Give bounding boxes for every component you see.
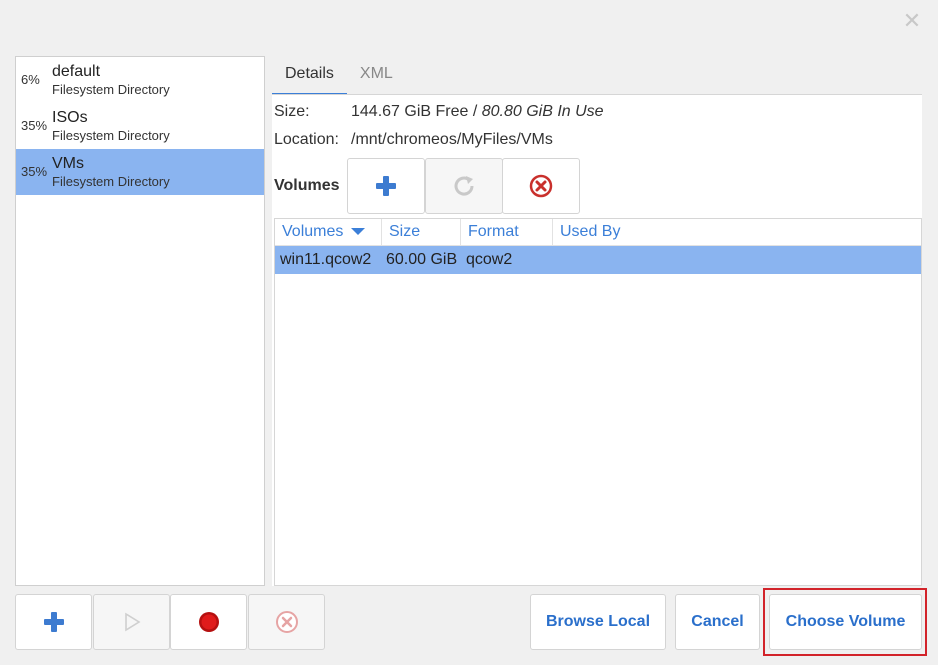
cancel-button[interactable]: Cancel <box>675 594 760 650</box>
plus-icon <box>376 176 396 196</box>
tab-details[interactable]: Details <box>272 56 347 95</box>
column-header-format[interactable]: Format <box>461 219 553 245</box>
pool-usage-percent: 35% <box>21 118 48 133</box>
stop-pool-button[interactable] <box>170 594 247 650</box>
pool-item-default[interactable]: 6% default Filesystem Directory <box>16 57 264 103</box>
pool-usage-percent: 6% <box>21 72 40 87</box>
table-header: Volumes Size Format Used By <box>275 219 921 246</box>
location-value: /mnt/chromeos/MyFiles/VMs <box>351 131 553 148</box>
delete-icon <box>275 611 298 633</box>
size-label: Size: <box>274 103 310 120</box>
column-header-volumes[interactable]: Volumes <box>275 219 382 245</box>
play-icon <box>124 612 141 632</box>
delete-volume-button[interactable] <box>502 158 580 214</box>
tab-xml[interactable]: XML <box>347 56 406 95</box>
pool-name: ISOs <box>52 109 88 126</box>
column-label: Volumes <box>282 223 344 240</box>
volume-used-by-cell <box>555 246 921 274</box>
details-panel: Size: 144.67 GiB Free / 80.80 GiB In Use … <box>272 95 922 586</box>
volumes-table: Volumes Size Format Used By win11.qcow2 … <box>274 218 922 586</box>
volume-name-cell: win11.qcow2 <box>280 251 372 268</box>
pool-type: Filesystem Directory <box>52 174 170 189</box>
start-pool-button[interactable] <box>93 594 170 650</box>
size-row: Size: 144.67 GiB Free / 80.80 GiB In Use <box>274 103 604 121</box>
browse-local-button[interactable]: Browse Local <box>530 594 666 650</box>
pool-item-vms[interactable]: 35% VMs Filesystem Directory <box>16 149 264 195</box>
plus-icon <box>43 612 64 632</box>
add-volume-button[interactable] <box>347 158 425 214</box>
table-row[interactable]: win11.qcow2 60.00 GiB qcow2 <box>275 246 921 274</box>
add-pool-button[interactable] <box>15 594 92 650</box>
pool-usage-percent: 35% <box>21 164 48 179</box>
pool-list: 6% default Filesystem Directory 35% ISOs… <box>15 56 265 586</box>
close-icon[interactable]: ✕ <box>899 8 925 34</box>
volume-format-cell: qcow2 <box>466 251 513 268</box>
volume-size-cell: 60.00 GiB <box>386 251 458 268</box>
size-inuse-value: 80.80 GiB In Use <box>481 103 604 120</box>
delete-icon <box>529 174 553 198</box>
pool-name: default <box>52 63 101 80</box>
pool-name: VMs <box>52 155 84 172</box>
pool-type: Filesystem Directory <box>52 128 170 143</box>
pool-type: Filesystem Directory <box>52 82 170 97</box>
column-header-size[interactable]: Size <box>382 219 461 245</box>
size-free-value: 144.67 GiB Free / <box>351 103 482 120</box>
choose-volume-button[interactable]: Choose Volume <box>769 594 922 650</box>
refresh-icon <box>454 176 474 196</box>
delete-pool-button[interactable] <box>248 594 325 650</box>
refresh-volumes-button[interactable] <box>425 158 503 214</box>
tab-bar: Details XML <box>272 56 406 96</box>
column-header-used-by[interactable]: Used By <box>553 219 921 245</box>
pool-item-isos[interactable]: 35% ISOs Filesystem Directory <box>16 103 264 149</box>
location-row: Location: /mnt/chromeos/MyFiles/VMs <box>274 131 553 149</box>
volumes-label: Volumes <box>274 177 340 194</box>
sort-down-icon <box>351 228 366 236</box>
stop-icon <box>198 612 219 632</box>
location-label: Location: <box>274 131 339 148</box>
